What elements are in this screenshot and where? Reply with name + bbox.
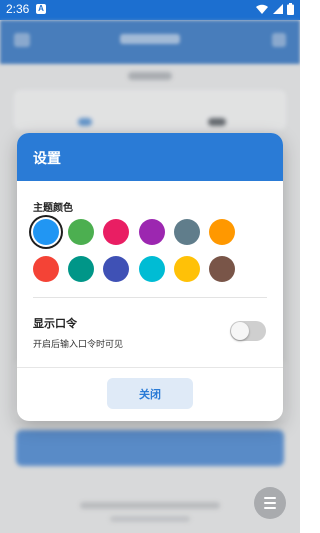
color-swatch-brown[interactable] (209, 256, 235, 282)
close-button[interactable]: 关闭 (107, 378, 193, 409)
color-swatch-purple[interactable] (138, 219, 165, 245)
dialog-header: 设置 (17, 133, 283, 181)
color-swatch-blue-grey[interactable] (173, 219, 200, 245)
color-swatch-indigo[interactable] (103, 256, 130, 282)
color-swatch-green[interactable] (68, 219, 95, 245)
dialog-title: 设置 (33, 151, 61, 167)
settings-dialog: 设置 主题颜色 显示口令 开启后输入口令时可见 关闭 (17, 133, 283, 421)
show-password-hint: 开启后输入口令时可见 (33, 340, 124, 350)
color-swatch-pink[interactable] (103, 219, 130, 245)
color-swatch-teal[interactable] (68, 256, 95, 282)
theme-color-label: 主题颜色 (33, 203, 73, 214)
footer-divider (17, 367, 283, 368)
status-bar: 2:36 A (0, 0, 300, 20)
toggle-knob (231, 322, 249, 340)
battery-icon (287, 3, 294, 15)
show-password-toggle[interactable] (230, 321, 266, 341)
notification-app-icon: A (36, 4, 46, 14)
status-time: 2:36 (6, 2, 30, 16)
floating-menu-button[interactable] (254, 487, 286, 519)
color-swatch-amber[interactable] (173, 256, 200, 282)
status-icons (256, 3, 294, 15)
wifi-icon (256, 4, 268, 14)
screen: 2:36 A 设置 主题颜色 显示口令 开启后输入口令时可见 关闭 (0, 0, 300, 533)
color-swatch-red[interactable] (33, 256, 59, 282)
signal-icon (273, 4, 283, 14)
divider (33, 297, 267, 298)
show-password-label: 显示口令 (33, 317, 77, 330)
color-swatch-cyan[interactable] (138, 256, 165, 282)
color-swatch-orange[interactable] (209, 219, 235, 245)
color-swatch-blue[interactable] (33, 219, 59, 245)
